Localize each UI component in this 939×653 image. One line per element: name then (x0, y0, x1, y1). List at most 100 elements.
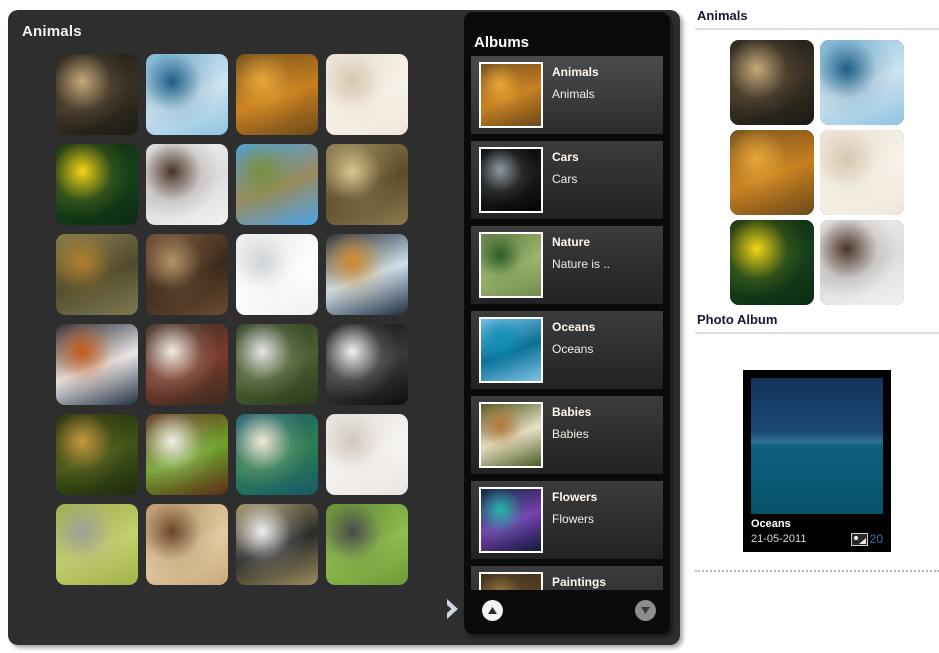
gallery-thumbnail[interactable] (146, 414, 228, 495)
sidebar-thumbnail[interactable] (730, 40, 814, 125)
page-title: Animals (22, 23, 82, 40)
lion-image (56, 234, 138, 315)
cheetah-running-image (56, 414, 138, 495)
dotted-divider (695, 570, 939, 572)
leopard-image (730, 40, 814, 125)
album-name: Babies (552, 405, 592, 419)
triangle-down-icon (641, 607, 650, 614)
photo-album-card[interactable]: Oceans 21-05-2011 20 (743, 370, 891, 552)
white-lion-image (146, 324, 228, 405)
giraffes-image (236, 54, 318, 135)
gallery-thumbnail[interactable] (326, 414, 408, 495)
gallery-thumbnail[interactable] (146, 324, 228, 405)
polar-bears-image (326, 414, 408, 495)
album-name: Animals (552, 65, 599, 79)
gallery-thumbnail[interactable] (326, 504, 408, 585)
album-scroll-up-button[interactable] (482, 600, 503, 621)
elephant-image (326, 504, 408, 585)
album-thumbnail (479, 487, 543, 553)
cows-image (146, 414, 228, 495)
gallery-thumbnail[interactable] (56, 234, 138, 315)
album-list-item-babies[interactable]: Babies Babies (471, 396, 663, 474)
page-root: Animals Albums Animals Animals Cars Cars Nat… (0, 0, 939, 653)
gallery-thumbnail[interactable] (146, 54, 228, 135)
gallery-thumbnail[interactable] (326, 234, 408, 315)
leopard-tree-image (326, 144, 408, 225)
album-thumbnail (479, 147, 543, 213)
arctic-fox-image (236, 234, 318, 315)
gallery-thumbnail[interactable] (326, 54, 408, 135)
baby-flowers-image (481, 404, 541, 466)
chevron-right-icon (447, 599, 458, 619)
album-description: Nature is .. (552, 257, 611, 271)
sidebar-thumbnail-grid (695, 40, 939, 310)
album-list-item-oceans[interactable]: Oceans Oceans (471, 311, 663, 389)
puppy-image (236, 414, 318, 495)
white-horse-image (326, 324, 408, 405)
kittens-image (56, 504, 138, 585)
dolphins-image (146, 54, 228, 135)
gallery-thumbnail[interactable] (236, 144, 318, 225)
photo-album-cover-image (751, 378, 883, 514)
gallery-thumbnail[interactable] (326, 324, 408, 405)
albums-title: Albums (474, 34, 530, 51)
gallery-thumbnail[interactable] (146, 144, 228, 225)
kangaroos-image (236, 144, 318, 225)
album-thumbnail (479, 232, 543, 298)
album-scroll-controls (464, 590, 670, 634)
gallery-thumbnail[interactable] (56, 504, 138, 585)
gallery-thumbnail[interactable] (146, 234, 228, 315)
photo-album-count: 20 (850, 532, 883, 546)
zebras-image (236, 504, 318, 585)
white-tigers-image (236, 324, 318, 405)
gallery-thumbnail[interactable] (146, 504, 228, 585)
gallery-thumbnail[interactable] (56, 324, 138, 405)
sidebar-thumbnail[interactable] (820, 130, 904, 215)
gallery-thumbnail[interactable] (56, 54, 138, 135)
albums-panel: Albums Animals Animals Cars Cars Nature Natur… (464, 12, 670, 634)
triangle-up-icon (488, 607, 497, 614)
night-flower-image (481, 489, 541, 551)
white-snake-image (820, 130, 904, 215)
album-list-item-cars[interactable]: Cars Cars (471, 141, 663, 219)
gallery-thumbnail[interactable] (326, 144, 408, 225)
album-list-item-nature[interactable]: Nature Nature is .. (471, 226, 663, 304)
gallery-thumbnail[interactable] (236, 414, 318, 495)
album-description: Flowers (552, 512, 595, 526)
gallery-thumbnail[interactable] (236, 234, 318, 315)
gallery-thumbnail[interactable] (236, 54, 318, 135)
black-car-image (481, 149, 541, 211)
album-name: Nature (552, 235, 591, 249)
running-horses-image (146, 144, 228, 225)
album-name: Flowers (552, 490, 598, 504)
gallery-thumbnail[interactable] (236, 324, 318, 405)
gallery-thumbnail[interactable] (56, 144, 138, 225)
sidebar-thumbnail[interactable] (820, 220, 904, 305)
album-list[interactable]: Animals Animals Cars Cars Nature Nature is ..… (471, 56, 663, 596)
album-scroll-down-button[interactable] (635, 600, 656, 621)
sidebar-thumbnail[interactable] (820, 40, 904, 125)
giraffes-image (481, 64, 541, 126)
photo-album-meta: 21-05-2011 20 (751, 532, 883, 546)
dolphins-image (820, 40, 904, 125)
album-description: Cars (552, 172, 578, 186)
album-thumbnail (479, 402, 543, 468)
white-snake-image (326, 54, 408, 135)
album-name: Oceans (552, 320, 596, 334)
camel-image (146, 504, 228, 585)
ocean-horizon-image (751, 378, 883, 514)
album-list-item-animals[interactable]: Animals Animals (471, 56, 663, 134)
album-description: Babies (552, 427, 589, 441)
sidebar-animals-heading: Animals (697, 8, 748, 23)
album-list-item-flowers[interactable]: Flowers Flowers (471, 481, 663, 559)
photo-album-title: Oceans (751, 518, 791, 530)
giraffes-image (730, 130, 814, 215)
photo-count-value: 20 (869, 532, 883, 546)
tiger-face-image (56, 324, 138, 405)
running-horses-image (820, 220, 904, 305)
sidebar-thumbnail[interactable] (730, 220, 814, 305)
sidebar-thumbnail[interactable] (730, 130, 814, 215)
album-description: Animals (552, 87, 595, 101)
gallery-thumbnail[interactable] (56, 414, 138, 495)
gallery-thumbnail[interactable] (236, 504, 318, 585)
